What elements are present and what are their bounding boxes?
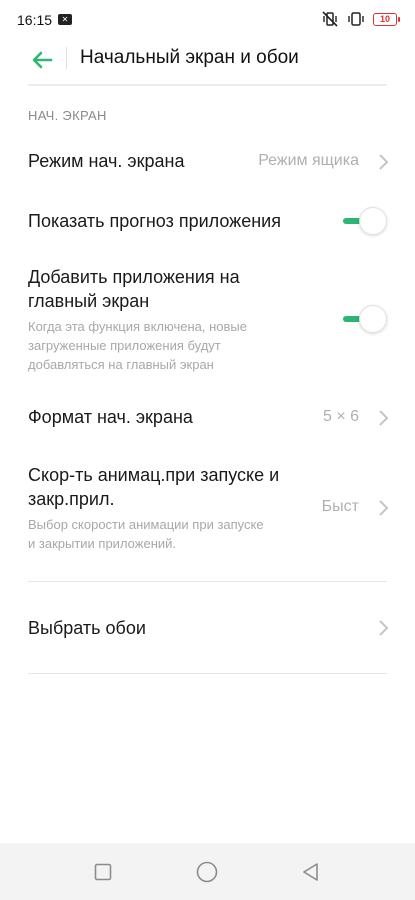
add-apps-toggle[interactable] (341, 305, 387, 333)
setting-description-line1: Выбор скорости анимации при запуске (28, 517, 264, 532)
vibrate-icon (348, 12, 364, 26)
app-bar-divider (66, 47, 67, 69)
vibrate-mute-icon (322, 11, 338, 27)
back-arrow-icon (32, 51, 53, 69)
section-divider (28, 673, 387, 674)
battery-level: 10 (379, 13, 390, 24)
notification-icon: ✕ (58, 14, 72, 25)
navigation-bar (0, 843, 415, 900)
triangle-back-icon (303, 863, 318, 881)
back-nav-button[interactable] (297, 859, 323, 885)
setting-title-line1: Добавить приложения на (28, 267, 240, 287)
setting-title-line2: главный экран (28, 291, 150, 311)
setting-value: Режим ящика (258, 152, 359, 169)
status-bar: 16:15 ✕ 10 (0, 0, 415, 40)
setting-title-line1: Скор-ть анимац.при запуске и (28, 465, 280, 485)
setting-description-line1: Когда эта функция включена, новые (28, 319, 247, 334)
section-header: НАЧ. ЭКРАН (28, 108, 107, 123)
home-button[interactable] (194, 859, 220, 885)
setting-home-mode[interactable]: Режим нач. экрана Режим ящика (0, 140, 415, 184)
setting-description-line2: и закрытии приложений. (28, 536, 177, 551)
setting-title: Выбрать обои (28, 618, 146, 638)
chevron-right-icon (379, 500, 389, 516)
setting-show-suggestions[interactable]: Показать прогноз приложения (0, 200, 415, 244)
setting-layout[interactable]: Формат нач. экрана 5 × 6 (0, 396, 415, 440)
toggle-knob (359, 305, 387, 333)
setting-value: 5 × 6 (322, 408, 359, 425)
setting-title: Формат нач. экрана (28, 407, 193, 427)
page-title: Начальный экран и обои (80, 47, 299, 68)
recents-button[interactable] (90, 859, 116, 885)
setting-description-line2: загруженные приложения будут (28, 338, 221, 353)
setting-title-line2: закр.прил. (28, 489, 115, 509)
setting-title: Режим нач. экрана (28, 151, 185, 171)
circle-home-icon (196, 861, 218, 883)
setting-description-line3: добавляться на главный экран (28, 357, 214, 372)
setting-animation-speed[interactable]: Скор-ть анимац.при запуске и закр.прил. … (0, 460, 415, 560)
status-time: 16:15 (17, 12, 53, 28)
chevron-right-icon (379, 154, 389, 170)
setting-wallpaper[interactable]: Выбрать обои (0, 605, 415, 651)
app-bar: Начальный экран и обои (0, 40, 415, 82)
setting-add-apps[interactable]: Добавить приложения на главный экран Ког… (0, 260, 415, 376)
app-bar-underline (28, 84, 387, 86)
status-icons: 10 (321, 11, 400, 27)
section-divider (28, 581, 387, 582)
battery-icon: 10 (373, 12, 400, 26)
toggle-knob (359, 207, 387, 235)
chevron-right-icon (379, 620, 389, 636)
setting-value: Быст (321, 498, 359, 515)
back-button[interactable] (28, 46, 56, 74)
chevron-right-icon (379, 410, 389, 426)
setting-title: Показать прогноз приложения (28, 211, 281, 231)
show-suggestions-toggle[interactable] (341, 207, 387, 235)
square-recents-icon (94, 863, 112, 881)
